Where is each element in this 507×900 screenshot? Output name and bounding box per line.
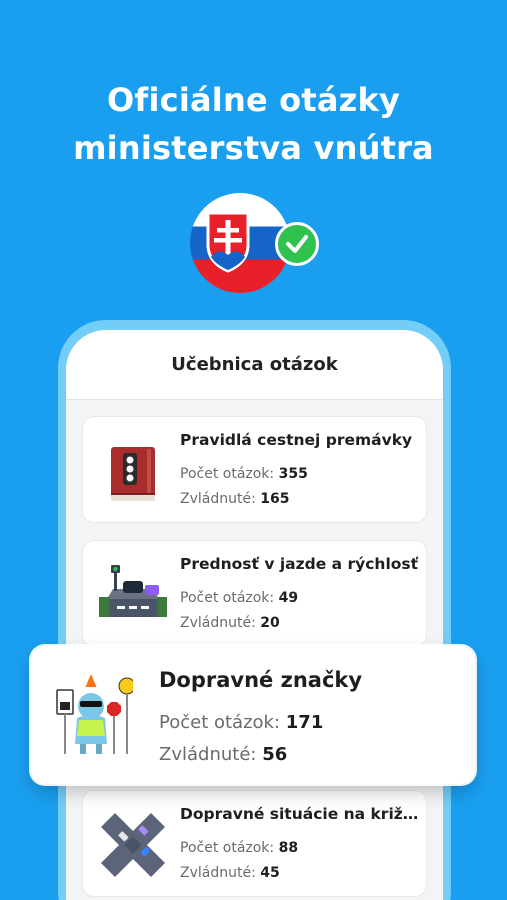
- category-card-rules[interactable]: Pravidlá cestnej premávky Počet otázok: …: [82, 416, 427, 523]
- mastered-value: 45: [260, 865, 280, 881]
- phone-screen: Učebnica otázok Pravidlá cestnej premávk…: [66, 330, 443, 900]
- count-value: 49: [278, 590, 299, 606]
- slovak-flag-badge: [190, 193, 319, 295]
- mastered-label: Zvládnuté:: [159, 744, 257, 765]
- checkmark-icon: [275, 222, 319, 266]
- headline-line-2: ministerstva vnútra: [73, 129, 434, 167]
- mastered-row: Zvládnuté: 20: [180, 615, 280, 631]
- count-label: Počet otázok:: [180, 466, 275, 482]
- question-count-row: Počet otázok: 171: [159, 712, 323, 733]
- category-title: Prednosť v jazde a rýchlosť: [180, 555, 419, 573]
- count-label: Počet otázok:: [180, 840, 275, 856]
- mastered-value: 20: [260, 615, 280, 631]
- mastered-label: Zvládnuté:: [180, 865, 256, 881]
- question-count-row: Počet otázok: 355: [180, 466, 308, 482]
- category-title: Dopravné situácie na križo...: [180, 805, 420, 823]
- count-value: 355: [278, 466, 308, 482]
- screen-header: Učebnica otázok: [66, 330, 443, 400]
- mastered-row: Zvládnuté: 56: [159, 744, 287, 765]
- mastered-label: Zvládnuté:: [180, 491, 256, 507]
- count-value: 171: [285, 712, 324, 733]
- mastered-label: Zvládnuté:: [180, 615, 256, 631]
- category-card-traffic-signs[interactable]: Dopravné značky Počet otázok: 171 Zvládn…: [31, 646, 475, 784]
- count-label: Počet otázok:: [180, 590, 275, 606]
- mastered-row: Zvládnuté: 165: [180, 491, 289, 507]
- category-title: Pravidlá cestnej premávky: [180, 431, 413, 449]
- question-count-row: Počet otázok: 88: [180, 840, 298, 856]
- crossing-road-icon: [97, 559, 169, 631]
- category-title: Dopravné značky: [159, 668, 363, 692]
- category-card-intersections[interactable]: Dopravné situácie na križo... Počet otáz…: [82, 790, 427, 897]
- mastered-value: 165: [260, 491, 290, 507]
- headline-line-1: Oficiálne otázky: [106, 81, 401, 119]
- screen-title: Učebnica otázok: [171, 354, 338, 375]
- category-card-priority[interactable]: Prednosť v jazde a rýchlosť Počet otázok…: [82, 540, 427, 647]
- rulebook-icon: [97, 435, 169, 507]
- intersection-icon: [97, 809, 169, 881]
- mastered-value: 56: [262, 744, 288, 765]
- count-value: 88: [278, 840, 299, 856]
- count-label: Počet otázok:: [159, 712, 281, 733]
- promo-headline: Oficiálne otázky ministerstva vnútra: [0, 76, 507, 172]
- traffic-signs-mascot-icon: [51, 674, 136, 756]
- question-count-row: Počet otázok: 49: [180, 590, 298, 606]
- mastered-row: Zvládnuté: 45: [180, 865, 280, 881]
